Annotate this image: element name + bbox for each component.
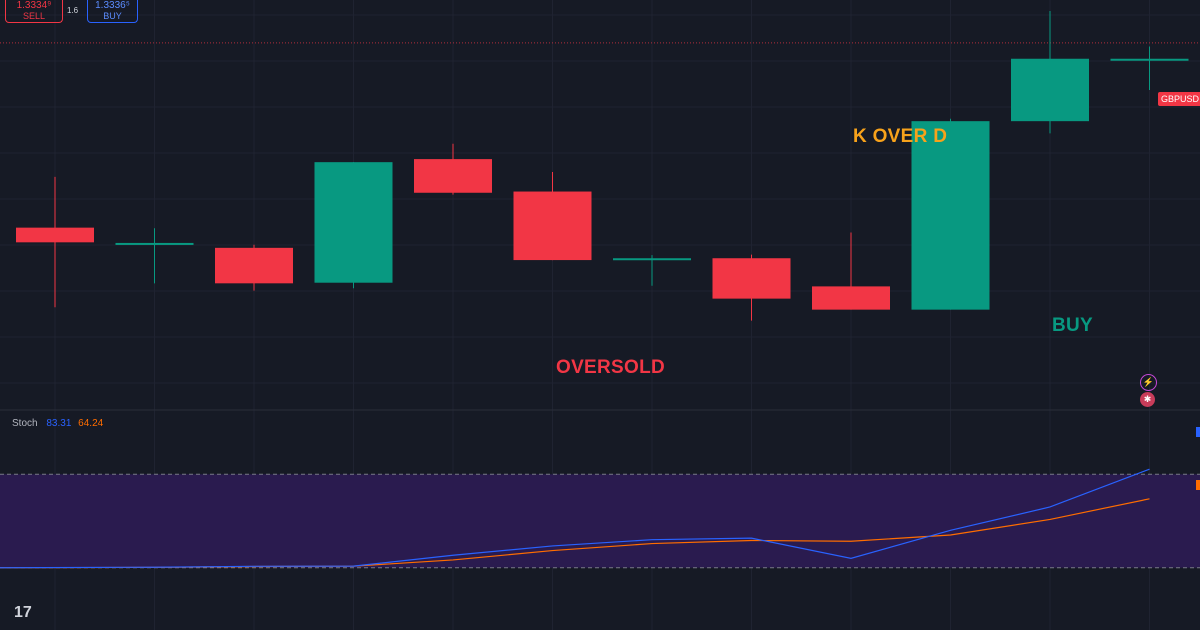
tradingview-logo-icon[interactable]: 17 [14, 604, 32, 622]
stoch-k-marker [1196, 427, 1200, 437]
stoch-band [0, 474, 1200, 568]
candle-body [1011, 58, 1089, 122]
buy-button[interactable]: 1.3336⁵ BUY [87, 0, 138, 23]
sell-label: SELL [22, 11, 46, 21]
buy-price: 1.3336⁵ [95, 0, 130, 11]
candle-body [613, 258, 691, 261]
buy-label: BUY [103, 11, 122, 21]
stoch-k-value: 83.31 [46, 418, 72, 429]
annotation-oversold: OVERSOLD [556, 357, 666, 378]
candle-body [414, 159, 492, 193]
candle-body [812, 286, 890, 310]
stoch-legend[interactable]: Stoch 83.31 64.24 [12, 418, 103, 429]
annotation-buy: BUY [1052, 315, 1094, 336]
candle-body [16, 227, 94, 243]
stoch-d-value: 64.24 [78, 418, 104, 429]
stoch-d-marker [1196, 480, 1200, 490]
candle-body [513, 191, 592, 261]
calendar-event-icon[interactable]: ✱ [1140, 392, 1155, 407]
candle-body [115, 242, 194, 245]
stoch-name: Stoch [12, 418, 38, 429]
annotation-k-over-d: K OVER D [853, 126, 948, 147]
candle-body [911, 121, 990, 310]
candle-body [712, 258, 791, 299]
symbol-price-tag: GBPUSD [1158, 92, 1200, 106]
candle-body [314, 162, 393, 283]
spread-value: 1.6 [67, 6, 79, 15]
candle-body [1110, 58, 1189, 61]
chart-canvas[interactable] [0, 0, 1200, 630]
sell-button[interactable]: 1.3334⁹ SELL [5, 0, 63, 23]
candle-body [215, 247, 293, 284]
flash-alert-icon[interactable]: ⚡ [1140, 374, 1157, 391]
sell-price: 1.3334⁹ [16, 0, 52, 11]
